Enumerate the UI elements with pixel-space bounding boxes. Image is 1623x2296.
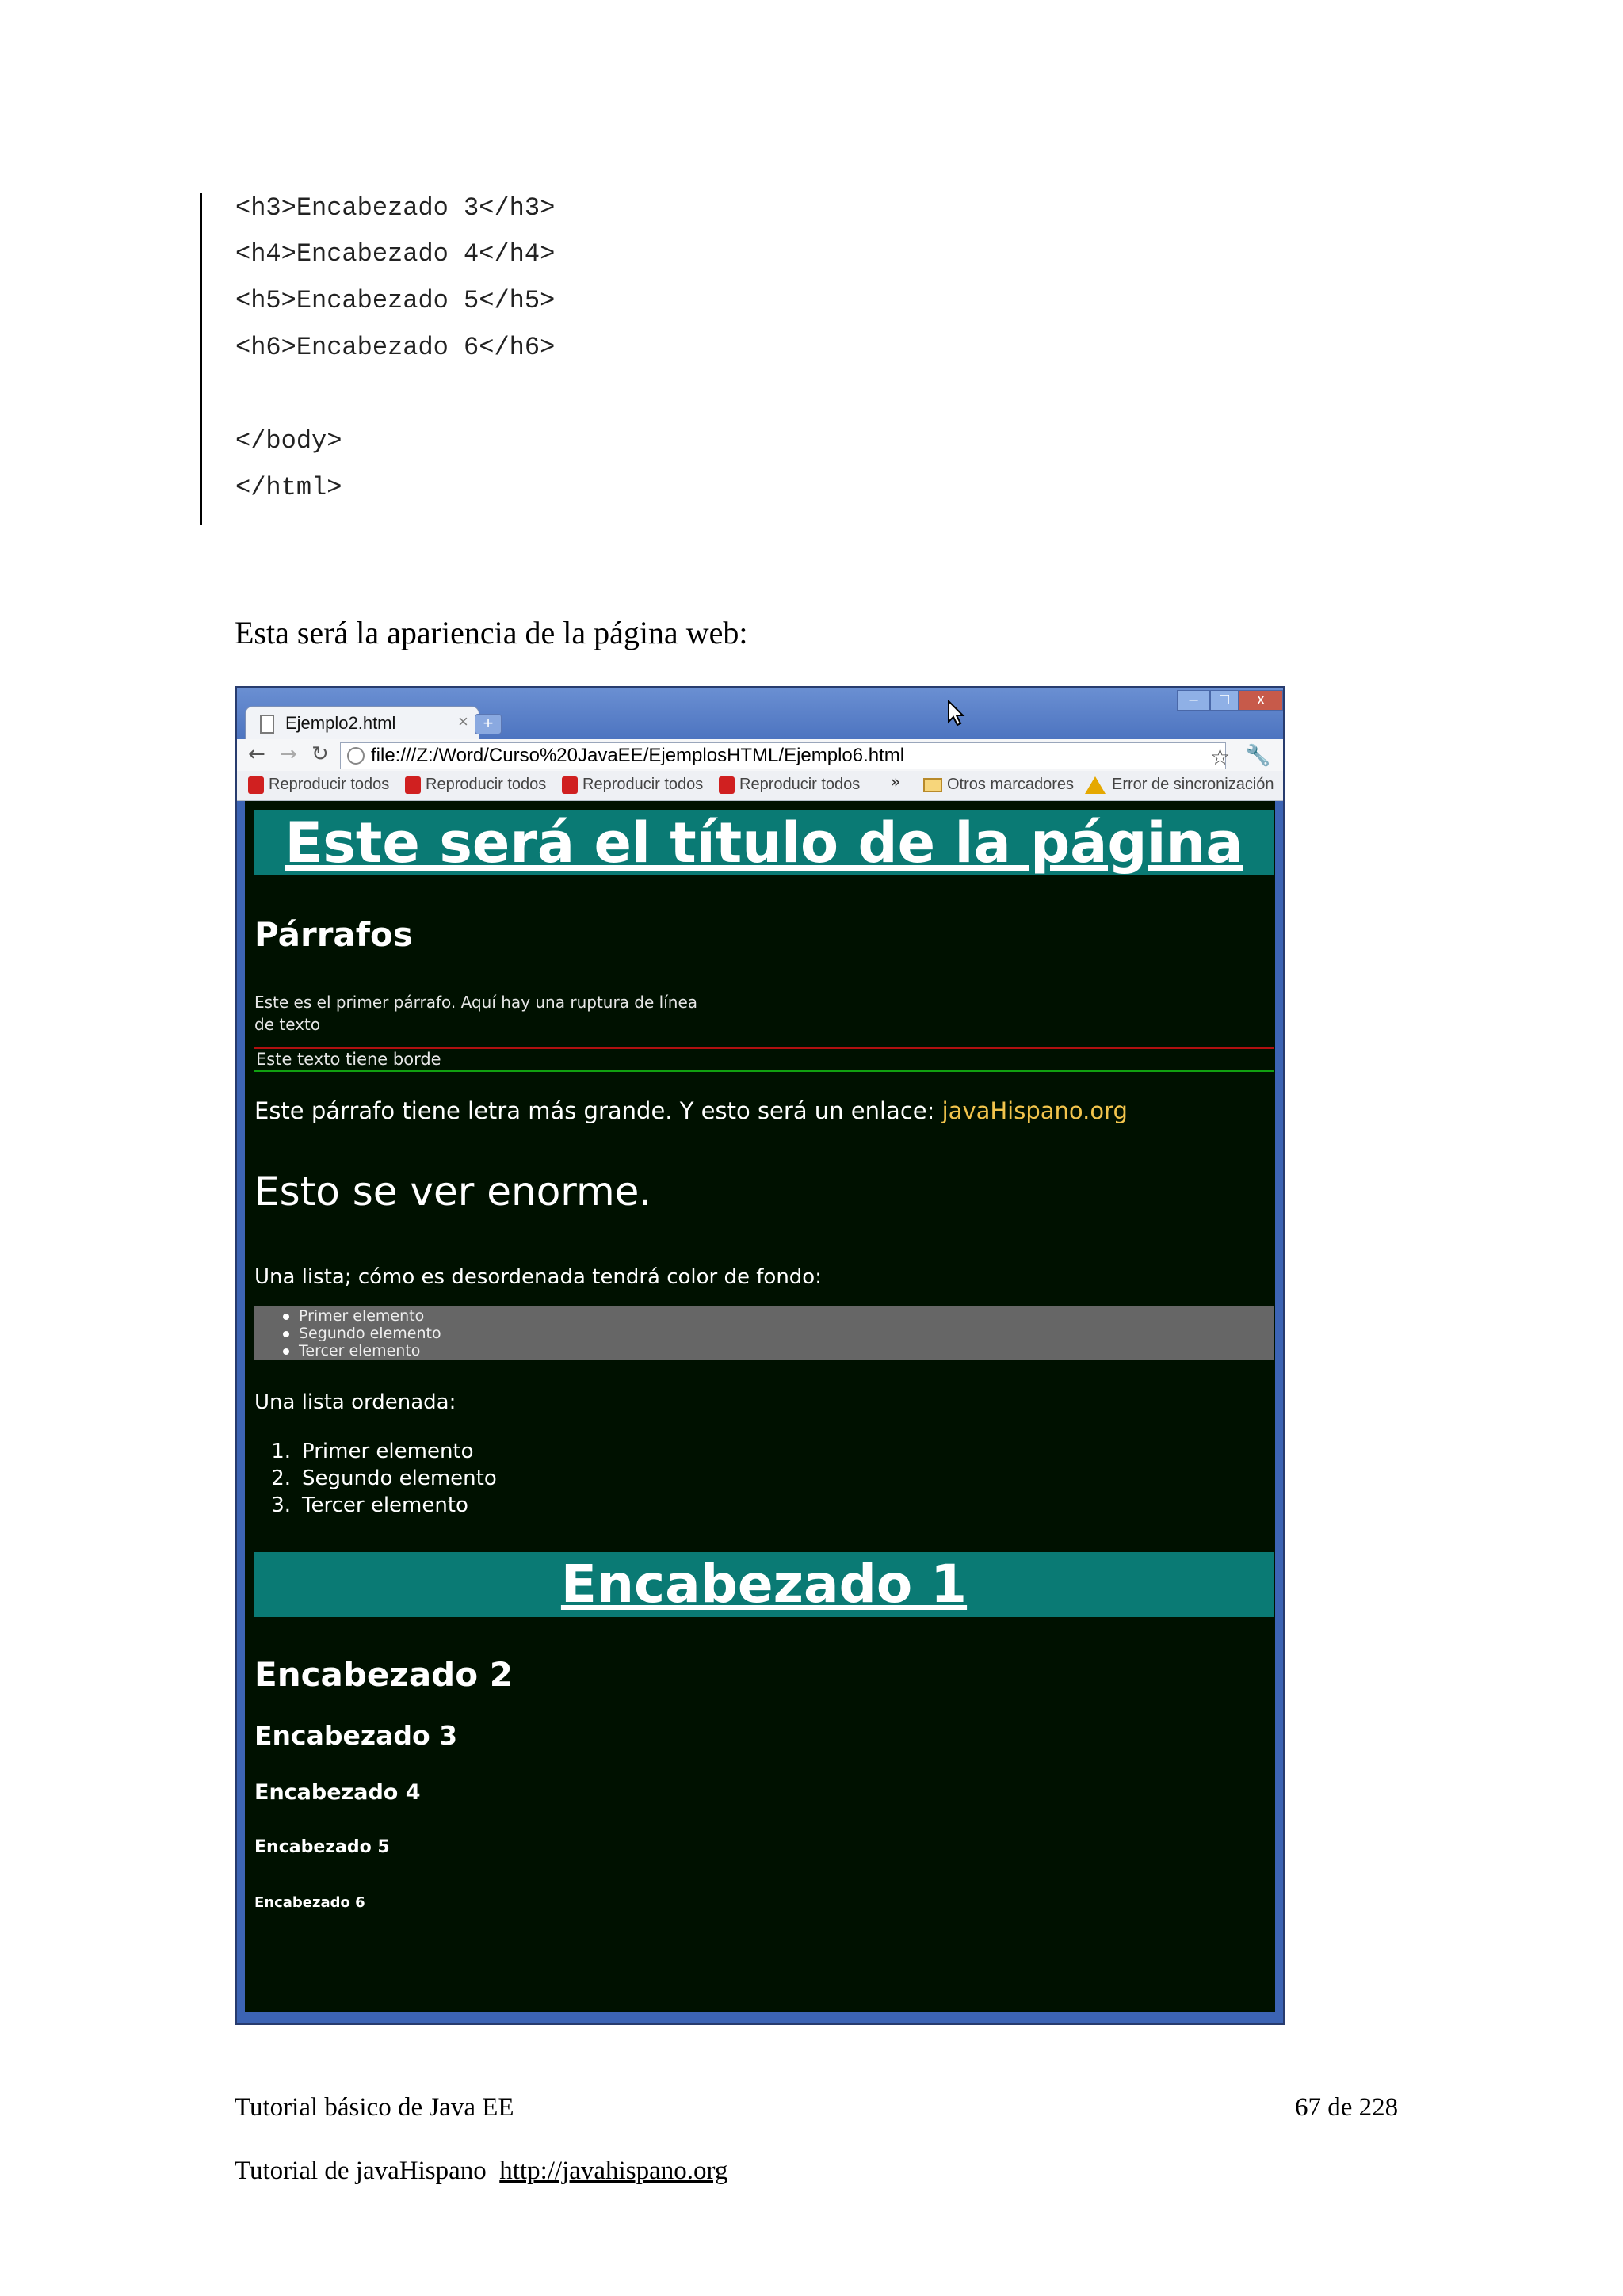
web-page-viewport: Este será el título de la página Párrafo… xyxy=(245,801,1275,2012)
ordered-list-item: 1. Primer elemento xyxy=(258,1440,474,1463)
bookmarks-bar: Reproducir todos Reproducir todos Reprod… xyxy=(237,771,1283,801)
warning-icon xyxy=(1085,776,1106,794)
first-paragraph-line-2: de texto xyxy=(254,1015,321,1034)
list-item-text: Primer elemento xyxy=(302,1440,474,1463)
bookmark-item[interactable]: Reproducir todos xyxy=(562,776,703,794)
close-window-button[interactable]: x xyxy=(1239,690,1283,711)
code-line: <h5>Encabezado 5</h5> xyxy=(235,286,556,315)
heading-5: Encabezado 5 xyxy=(254,1837,390,1857)
footer-url-link[interactable]: http://javahispano.org xyxy=(499,2157,727,2185)
sync-error[interactable]: Error de sincronización xyxy=(1085,776,1274,794)
code-line: <h3>Encabezado 3</h3> xyxy=(235,193,556,223)
bullet-icon xyxy=(283,1331,289,1337)
heading-4: Encabezado 4 xyxy=(254,1780,421,1805)
footer-tutorial: Tutorial de javaHispano http://javahispa… xyxy=(235,2157,727,2186)
huge-text: Esto se ver enorme. xyxy=(254,1169,652,1215)
bookmark-label: Reproducir todos xyxy=(426,776,547,793)
bookmark-item[interactable]: Reproducir todos xyxy=(405,776,546,794)
other-bookmarks-label: Otros marcadores xyxy=(947,776,1075,793)
list-number: 3. xyxy=(271,1493,291,1517)
bullet-icon xyxy=(283,1314,289,1320)
reload-icon[interactable]: ↻ xyxy=(311,742,329,766)
unordered-list-intro: Una lista; cómo es desordenada tendrá co… xyxy=(254,1265,822,1289)
bookmark-label: Reproducir todos xyxy=(739,776,861,793)
large-paragraph-text: Este párrafo tiene letra más grande. Y e… xyxy=(254,1097,942,1124)
youtube-icon xyxy=(405,776,421,794)
parrafos-heading: Párrafos xyxy=(254,915,413,954)
tab-title: Ejemplo2.html xyxy=(285,713,396,733)
heading-3: Encabezado 3 xyxy=(254,1720,458,1751)
new-tab-button[interactable]: + xyxy=(475,714,502,734)
page-icon xyxy=(260,715,274,734)
heading-1: Encabezado 1 xyxy=(254,1552,1274,1617)
code-block: <h3>Encabezado 3</h3> <h4>Encabezado 4</… xyxy=(200,193,834,525)
address-bar[interactable]: file:///Z:/Word/Curso%20JavaEE/EjemplosH… xyxy=(340,742,1226,769)
list-item-text: Segundo elemento xyxy=(302,1466,497,1490)
bookmark-label: Reproducir todos xyxy=(269,776,390,793)
list-item-text: Tercer elemento xyxy=(302,1493,468,1517)
bordered-paragraph: Este texto tiene borde xyxy=(254,1047,1274,1072)
bookmarks-more-button[interactable]: » xyxy=(890,772,900,792)
code-line: </html> xyxy=(235,473,342,502)
bookmark-item[interactable]: Reproducir todos xyxy=(719,776,860,794)
ordered-list-item: 2. Segundo elemento xyxy=(258,1466,497,1490)
ordered-list-item: 3. Tercer elemento xyxy=(258,1493,468,1517)
wrench-icon[interactable]: 🔧 xyxy=(1245,744,1270,768)
code-line: </body> xyxy=(235,426,342,456)
heading-6: Encabezado 6 xyxy=(254,1894,365,1911)
bookmark-item[interactable]: Reproducir todos xyxy=(248,776,389,794)
page-info-icon xyxy=(347,747,365,765)
page-title-heading: Este será el título de la página xyxy=(254,810,1274,875)
intro-paragraph: Esta será la apariencia de la página web… xyxy=(235,615,748,650)
footer-tutorial-label: Tutorial de javaHispano xyxy=(235,2157,487,2185)
unordered-list: Primer elemento Segundo elemento Tercer … xyxy=(254,1306,1274,1360)
heading-2: Encabezado 2 xyxy=(254,1655,513,1694)
sync-error-label: Error de sincronización xyxy=(1112,776,1274,793)
youtube-icon xyxy=(719,776,735,794)
footer-doc-title: Tutorial básico de Java EE xyxy=(235,2093,514,2122)
code-line: <h6>Encabezado 6</h6> xyxy=(235,333,556,362)
code-line: <h4>Encabezado 4</h4> xyxy=(235,239,556,269)
first-paragraph-line-1: Este es el primer párrafo. Aquí hay una … xyxy=(254,993,698,1012)
browser-titlebar: Ejemplo2.html × + – □ x xyxy=(237,688,1283,741)
javahispano-link[interactable]: javaHispano.org xyxy=(942,1097,1128,1124)
list-item: Segundo elemento xyxy=(299,1325,441,1342)
browser-screenshot: Ejemplo2.html × + – □ x ← → ↻ file:///Z:… xyxy=(235,686,1285,2025)
other-bookmarks[interactable]: Otros marcadores xyxy=(923,776,1074,794)
list-item: Tercer elemento xyxy=(299,1342,421,1360)
maximize-button[interactable]: □ xyxy=(1210,690,1239,711)
list-item: Primer elemento xyxy=(299,1307,425,1325)
url-text: file:///Z:/Word/Curso%20JavaEE/EjemplosH… xyxy=(371,745,905,766)
star-icon[interactable]: ☆ xyxy=(1210,744,1230,770)
list-number: 1. xyxy=(271,1440,291,1463)
list-number: 2. xyxy=(271,1466,291,1490)
forward-arrow-icon[interactable]: → xyxy=(280,742,297,766)
tab-close-icon[interactable]: × xyxy=(458,711,468,732)
browser-tab[interactable]: Ejemplo2.html × xyxy=(245,706,479,741)
large-paragraph: Este párrafo tiene letra más grande. Y e… xyxy=(254,1097,1128,1124)
back-arrow-icon[interactable]: ← xyxy=(248,742,265,766)
footer-page-number: 67 de 228 xyxy=(1295,2093,1399,2122)
bookmark-label: Reproducir todos xyxy=(582,776,704,793)
youtube-icon xyxy=(562,776,578,794)
bullet-icon xyxy=(283,1348,289,1355)
folder-icon xyxy=(923,777,942,792)
browser-toolbar: ← → ↻ file:///Z:/Word/Curso%20JavaEE/Eje… xyxy=(237,739,1283,771)
mouse-cursor-icon xyxy=(948,700,965,727)
minimize-button[interactable]: – xyxy=(1177,690,1210,711)
youtube-icon xyxy=(248,776,264,794)
ordered-list-intro: Una lista ordenada: xyxy=(254,1390,456,1414)
